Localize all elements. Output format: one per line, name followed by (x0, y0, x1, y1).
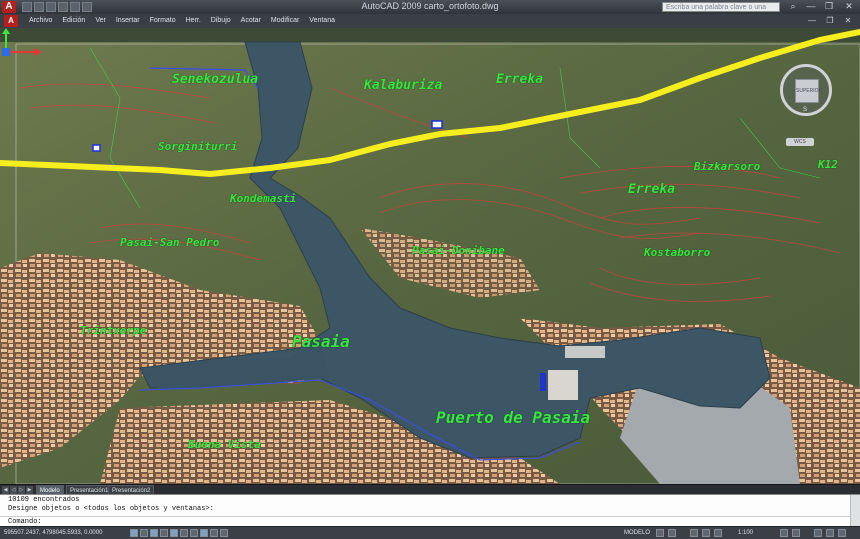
doc-close-button[interactable]: ✕ (842, 15, 854, 27)
workspace-switching-icon[interactable] (814, 529, 822, 537)
label-pasai-san-pedro: Pasai-San Pedro (120, 236, 220, 249)
menu-dibujo[interactable]: Dibujo (206, 14, 236, 28)
label-buena-vista: Buena Vista (188, 438, 261, 451)
polar-toggle-icon[interactable] (160, 529, 168, 537)
doc-restore-button[interactable]: ❐ (824, 15, 836, 27)
zoom-icon[interactable] (702, 529, 710, 537)
dyn-toggle-icon[interactable] (200, 529, 208, 537)
compass-south-label[interactable]: S (803, 107, 807, 113)
label-erreka-mid: Erreka (628, 182, 675, 197)
menu-modificar[interactable]: Modificar (266, 14, 304, 28)
doc-minimize-button[interactable]: — (806, 15, 818, 27)
autoscale-icon[interactable] (792, 529, 800, 537)
label-bizkarsoro: Bizkarsoro (694, 160, 761, 173)
label-kondemasti: Kondemasti (230, 192, 297, 205)
ucs-icon (2, 28, 42, 56)
menu-acotar[interactable]: Acotar (236, 14, 266, 28)
viewcube[interactable]: SUPERIOR S (780, 64, 832, 116)
menu-archivo[interactable]: Archivo (24, 14, 57, 28)
command-scrollbar[interactable] (850, 495, 860, 527)
command-window[interactable]: 10109 encontrados Designe objetos o <tod… (0, 494, 860, 528)
marker-square (431, 120, 443, 129)
label-puerto-de-pasaia: Puerto de Pasaia (436, 408, 591, 427)
model-space-label[interactable]: MODELO (624, 527, 650, 539)
menu-items: Archivo Edición Ver Insertar Formato Her… (24, 14, 340, 28)
label-kostaborro: Kostaborro (644, 246, 711, 259)
title-bar: A AutoCAD 2009 carto_ortofoto.dwg Escrib… (0, 0, 860, 21)
otrack-toggle-icon[interactable] (180, 529, 188, 537)
restore-window-button[interactable]: ❐ (822, 1, 836, 12)
command-prompt: Comando: (8, 518, 42, 526)
cursor-coordinates[interactable]: 595507.2437, 4798045.5933, 0.0000 (4, 527, 102, 539)
steering-wheel-icon[interactable] (714, 529, 722, 537)
label-pasai-donibane: Pasai-Donibane (412, 244, 505, 257)
search-icon[interactable]: ⌕ (786, 1, 800, 12)
pier (565, 346, 605, 358)
label-trintxerpe: Trintxerpe (80, 324, 147, 337)
menu-ver[interactable]: Ver (90, 14, 111, 28)
quick-view-drawings-icon[interactable] (668, 529, 676, 537)
menu-herramientas[interactable]: Herr. (181, 14, 206, 28)
quick-properties-icon[interactable] (220, 529, 228, 537)
label-pasaia: Pasaia (292, 332, 350, 351)
minimize-window-button[interactable]: — (804, 1, 818, 12)
status-bar: 595507.2437, 4798045.5933, 0.0000 MODELO… (0, 526, 860, 539)
drawing-canvas[interactable]: Senekozulua Kalaburiza Erreka Sorginitur… (0, 28, 860, 484)
osnap-toggle-icon[interactable] (170, 529, 178, 537)
menu-bar: A Archivo Edición Ver Insertar Formato H… (0, 14, 860, 29)
label-kalaburiza: Kalaburiza (364, 78, 443, 93)
help-search-input[interactable]: Escriba una palabra clave o una frase (662, 2, 780, 21)
annotation-visibility-icon[interactable] (780, 529, 788, 537)
menu-ventana[interactable]: Ventana (304, 14, 340, 28)
tab-prev-icon[interactable]: ◁ (10, 486, 17, 494)
pan-icon[interactable] (690, 529, 698, 537)
label-erreka-north: Erreka (496, 72, 543, 87)
menu-insertar[interactable]: Insertar (111, 14, 145, 28)
wcs-menu[interactable]: WCS (786, 138, 814, 146)
label-senekozulua: Senekozulua (172, 72, 259, 87)
menu-edicion[interactable]: Edición (57, 14, 90, 28)
pier-block (548, 370, 578, 400)
lineweight-toggle-icon[interactable] (210, 529, 218, 537)
tab-first-icon[interactable]: ◀ (2, 486, 9, 494)
snap-toggle-icon[interactable] (130, 529, 138, 537)
quick-view-layouts-icon[interactable] (656, 529, 664, 537)
grid-toggle-icon[interactable] (140, 529, 148, 537)
label-sorginiturri: Sorginiturri (158, 140, 238, 153)
ortho-toggle-icon[interactable] (150, 529, 158, 537)
command-history-line: Designe objetos o <todos los objetos y v… (8, 505, 214, 513)
boat-marker (540, 373, 546, 391)
marker-square (92, 144, 101, 152)
tab-next-icon[interactable]: ▷ (18, 486, 25, 494)
lock-icon[interactable] (826, 529, 834, 537)
menu-formato[interactable]: Formato (145, 14, 181, 28)
document-menu-icon[interactable]: A (4, 15, 18, 27)
close-window-button[interactable]: ✕ (842, 1, 856, 12)
viewcube-face-top[interactable]: SUPERIOR (795, 79, 822, 103)
command-history-line: 10109 encontrados (8, 496, 80, 504)
label-k12: K12 (818, 158, 838, 171)
annotation-scale[interactable]: 1:100 (738, 527, 753, 539)
tab-last-icon[interactable]: ▶ (26, 486, 33, 494)
clean-screen-icon[interactable] (838, 529, 846, 537)
ducs-toggle-icon[interactable] (190, 529, 198, 537)
drawing-top-band (0, 28, 860, 42)
